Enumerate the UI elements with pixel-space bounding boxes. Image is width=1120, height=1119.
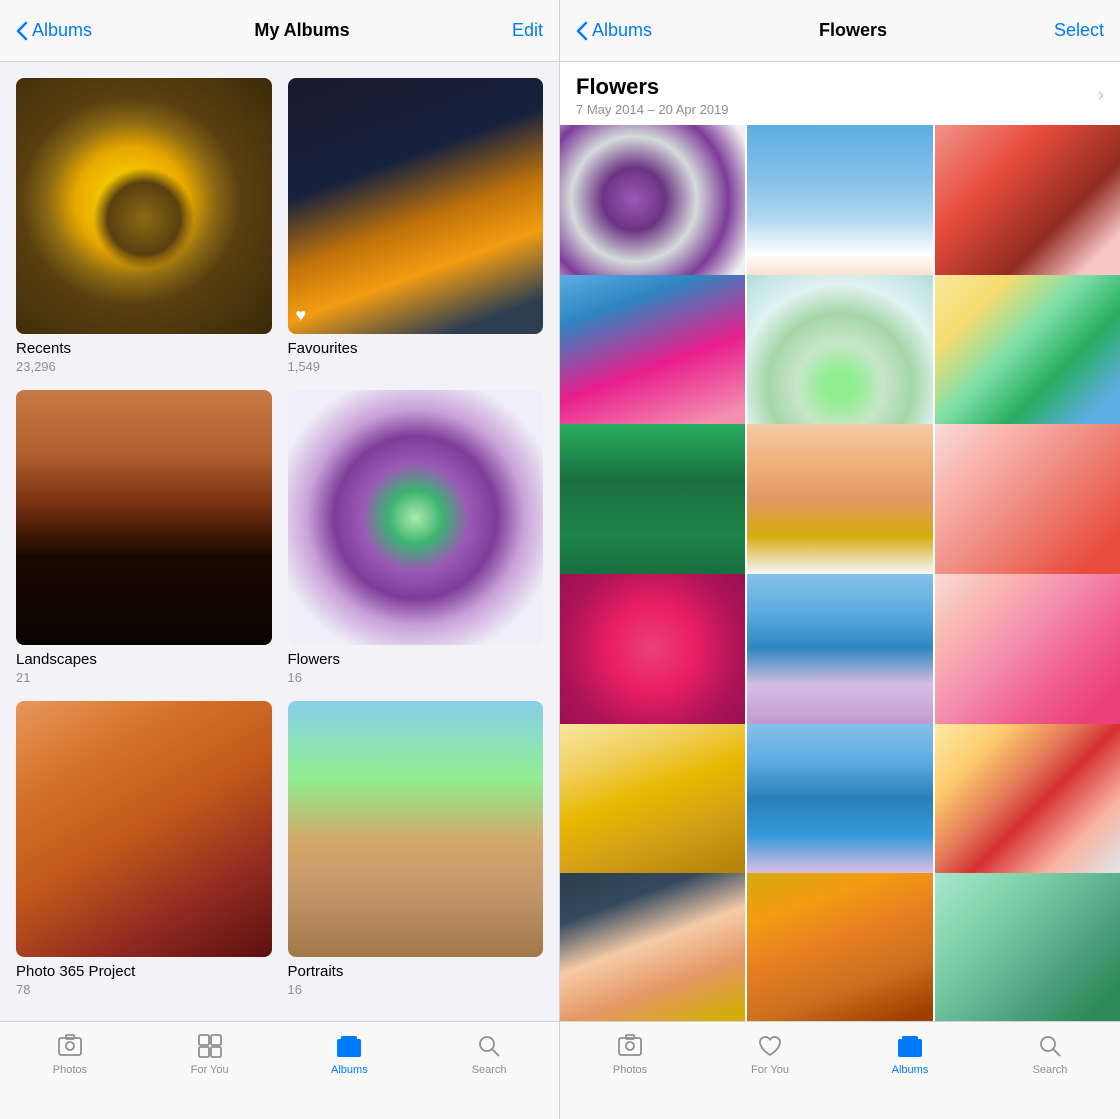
search-tab-icon-right: [1036, 1032, 1064, 1060]
right-tab-search-label: Search: [1033, 1064, 1068, 1076]
album-thumb-flowers: [288, 390, 544, 646]
left-back-label: Albums: [32, 20, 92, 41]
left-tab-albums[interactable]: Albums: [280, 1032, 420, 1076]
photo-cell-18[interactable]: [935, 873, 1120, 1021]
album-name-landscapes: Landscapes: [16, 651, 272, 668]
right-tab-search[interactable]: Search: [980, 1032, 1120, 1076]
left-nav-bar: Albums My Albums Edit: [0, 0, 559, 62]
album-thumb-portraits: [288, 701, 544, 957]
right-photos-tab-icon: [616, 1032, 644, 1060]
flowers-header-text: Flowers 7 May 2014 – 20 Apr 2019: [576, 74, 729, 117]
right-tab-albums-label: Albums: [892, 1064, 929, 1076]
right-tab-photos[interactable]: Photos: [560, 1032, 700, 1076]
album-count-favourites: 1,549: [288, 359, 544, 374]
right-tab-bar: Photos For You Albums: [560, 1021, 1120, 1119]
right-nav-title: Flowers: [819, 20, 887, 41]
album-item-favourites[interactable]: ♥ Favourites 1,549: [288, 78, 544, 374]
album-name-favourites: Favourites: [288, 340, 544, 357]
left-edit-button[interactable]: Edit: [512, 20, 543, 41]
left-tab-bar: Photos For You Albums: [0, 1021, 559, 1119]
albums-tab-icon-left: [335, 1032, 363, 1060]
foryou-tab-icon: [196, 1032, 224, 1060]
photos-tab-icon: [56, 1032, 84, 1060]
album-item-flowers[interactable]: Flowers 16: [288, 390, 544, 686]
left-back-button[interactable]: Albums: [16, 20, 92, 41]
album-thumb-recents: [16, 78, 272, 334]
album-thumb-favourites: ♥: [288, 78, 544, 334]
album-item-recents[interactable]: Recents 23,296: [16, 78, 272, 374]
left-tab-search-label: Search: [472, 1064, 507, 1076]
favourites-heart: ♥: [296, 305, 307, 326]
album-count-landscapes: 21: [16, 670, 272, 685]
right-panel: Albums Flowers Select Flowers 7 May 2014…: [560, 0, 1120, 1119]
right-foryou-tab-icon: [756, 1032, 784, 1060]
album-name-recents: Recents: [16, 340, 272, 357]
album-thumb-photo365: [16, 701, 272, 957]
album-item-landscapes[interactable]: Landscapes 21: [16, 390, 272, 686]
left-tab-search[interactable]: Search: [419, 1032, 559, 1076]
right-back-label: Albums: [592, 20, 652, 41]
album-count-photo365: 78: [16, 982, 272, 997]
left-tab-foryou[interactable]: For You: [140, 1032, 280, 1076]
album-name-photo365: Photo 365 Project: [16, 963, 272, 980]
right-nav-bar: Albums Flowers Select: [560, 0, 1120, 62]
left-tab-albums-label: Albums: [331, 1064, 368, 1076]
photos-grid: ♥ ♥ ♥ ♥ ♥ ♥ ♥: [560, 125, 1120, 1021]
albums-grid: Recents 23,296 ♥ Favourites 1,549 Landsc…: [0, 62, 559, 1021]
album-name-flowers: Flowers: [288, 651, 544, 668]
search-tab-icon-left: [475, 1032, 503, 1060]
right-tab-foryou[interactable]: For You: [700, 1032, 840, 1076]
album-item-portraits[interactable]: Portraits 16: [288, 701, 544, 997]
album-count-portraits: 16: [288, 982, 544, 997]
album-item-photo365[interactable]: Photo 365 Project 78: [16, 701, 272, 997]
right-tab-foryou-label: For You: [751, 1064, 789, 1076]
flowers-header: Flowers 7 May 2014 – 20 Apr 2019 ›: [560, 62, 1120, 125]
left-nav-title: My Albums: [254, 20, 349, 41]
right-tab-photos-label: Photos: [613, 1064, 647, 1076]
albums-tab-icon-right: [896, 1032, 924, 1060]
left-tab-photos[interactable]: Photos: [0, 1032, 140, 1076]
right-select-button[interactable]: Select: [1054, 20, 1104, 41]
flowers-title: Flowers: [576, 74, 729, 100]
album-thumb-landscapes: [16, 390, 272, 646]
flowers-date-range: 7 May 2014 – 20 Apr 2019: [576, 102, 729, 117]
left-panel: Albums My Albums Edit Recents 23,296 ♥ F…: [0, 0, 560, 1119]
photo-cell-16[interactable]: [560, 873, 745, 1021]
photo-cell-17[interactable]: [747, 873, 932, 1021]
flowers-chevron-icon[interactable]: ›: [1097, 84, 1104, 107]
album-name-portraits: Portraits: [288, 963, 544, 980]
right-back-button[interactable]: Albums: [576, 20, 652, 41]
left-tab-foryou-label: For You: [191, 1064, 229, 1076]
right-tab-albums[interactable]: Albums: [840, 1032, 980, 1076]
left-tab-photos-label: Photos: [53, 1064, 87, 1076]
album-count-flowers: 16: [288, 670, 544, 685]
album-count-recents: 23,296: [16, 359, 272, 374]
